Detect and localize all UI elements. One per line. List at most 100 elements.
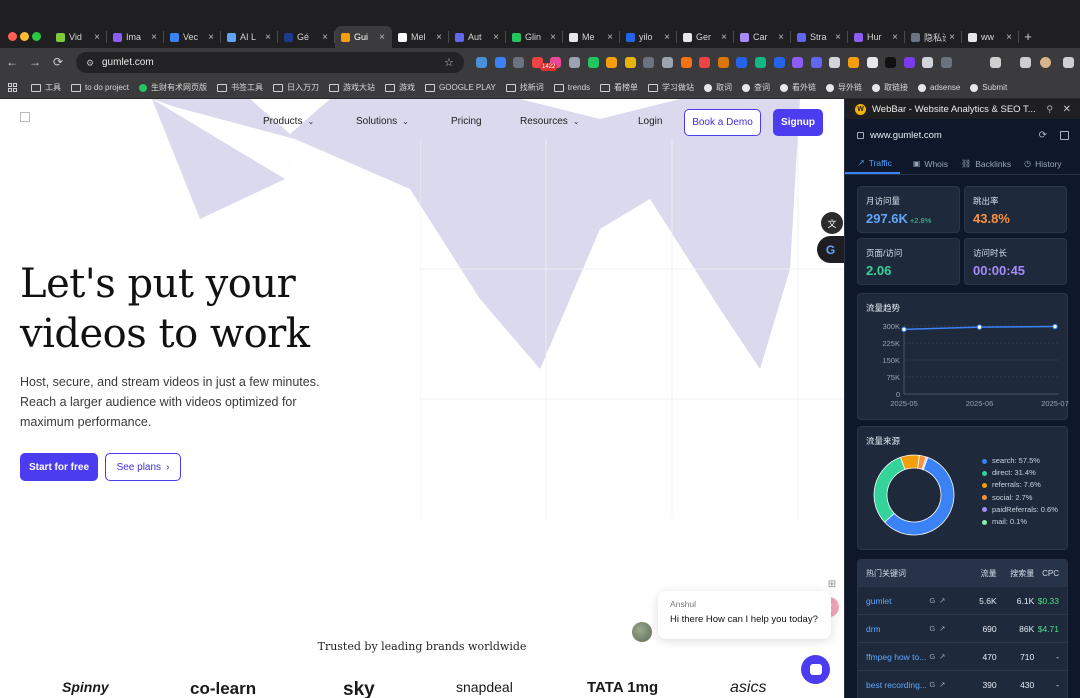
bookmark-item[interactable]: 取链接: [872, 82, 908, 93]
book-demo-button[interactable]: Book a Demo: [684, 109, 761, 136]
extension-icon[interactable]: [941, 57, 952, 68]
tab-close-icon[interactable]: ×: [718, 32, 730, 43]
table-row[interactable]: ffmpeg how to... G ↗ 470 710 -: [858, 642, 1067, 670]
bookmark-item[interactable]: 查词: [742, 82, 770, 93]
google-icon[interactable]: G: [929, 624, 935, 633]
tab-close-icon[interactable]: ×: [148, 32, 160, 43]
extension-icon[interactable]: [569, 57, 580, 68]
pie-slice-direct[interactable]: [873, 456, 906, 523]
bookmark-item[interactable]: 学习做站: [648, 82, 694, 93]
browser-tab[interactable]: Gui ×: [335, 26, 392, 48]
tab-close-icon[interactable]: ×: [433, 32, 445, 43]
browser-tab[interactable]: Vec ×: [164, 26, 221, 48]
extension-icon[interactable]: [792, 57, 804, 68]
keyword-link[interactable]: gumlet: [858, 596, 929, 606]
bookmark-item[interactable]: trends: [553, 83, 590, 92]
browser-tab[interactable]: AI L ×: [221, 26, 278, 48]
browser-tab[interactable]: Gé ×: [278, 26, 335, 48]
trend-icon[interactable]: ↗: [939, 680, 945, 689]
bookmark-item[interactable]: Submit: [970, 83, 1007, 92]
extension-icon[interactable]: [922, 57, 934, 68]
tab-close-icon[interactable]: ×: [490, 32, 502, 43]
bookmark-item[interactable]: 导外链: [826, 82, 862, 93]
extension-icon[interactable]: [773, 57, 785, 68]
extension-icon[interactable]: [810, 57, 822, 68]
tab-close-icon[interactable]: ×: [205, 32, 217, 43]
browser-tab[interactable]: Me ×: [563, 26, 620, 48]
tab-traffic[interactable]: ↗ Traffic: [845, 153, 900, 174]
bookmark-item[interactable]: 日入万刀: [273, 82, 319, 93]
tab-close-icon[interactable]: ×: [889, 32, 901, 43]
extension-icon[interactable]: [885, 57, 897, 68]
bookmark-item[interactable]: 生财有术网页版: [139, 82, 207, 93]
tab-close-icon[interactable]: ×: [946, 32, 958, 43]
tab-close-icon[interactable]: ×: [91, 32, 103, 43]
extension-icon[interactable]: [513, 57, 525, 68]
data-point[interactable]: [1052, 323, 1058, 330]
browser-tab[interactable]: Aut ×: [449, 26, 506, 48]
tab-backlinks[interactable]: ⛓ Backlinks: [948, 153, 1011, 174]
extension-icon[interactable]: [494, 57, 506, 68]
back-icon[interactable]: ←: [4, 54, 20, 70]
google-icon[interactable]: G: [929, 652, 935, 661]
extension-icon[interactable]: [755, 57, 766, 68]
nav-pricing[interactable]: Pricing: [451, 116, 482, 127]
zoom-window-button[interactable]: [32, 32, 41, 41]
keyword-link[interactable]: ffmpeg how to...: [858, 652, 929, 662]
trend-icon[interactable]: ↗: [939, 624, 945, 633]
extension-icon[interactable]: [476, 57, 487, 68]
browser-tab[interactable]: Ima ×: [107, 26, 164, 48]
browser-tab[interactable]: yilo ×: [620, 26, 677, 48]
data-point[interactable]: [976, 324, 983, 330]
browser-tab[interactable]: Hur ×: [848, 26, 905, 48]
browser-tab[interactable]: Glin ×: [506, 26, 563, 48]
chat-launcher-button[interactable]: [801, 655, 830, 684]
bookmark-item[interactable]: GOOGLE PLAY: [425, 83, 496, 92]
extension-icon[interactable]: [662, 57, 673, 68]
browser-tab[interactable]: Vid ×: [50, 26, 107, 48]
extension-icon[interactable]: [829, 57, 841, 68]
keyword-link[interactable]: best recording...: [858, 680, 929, 690]
trend-icon[interactable]: ↗: [939, 652, 945, 661]
apps-grid-icon[interactable]: [8, 83, 17, 92]
extension-icon[interactable]: [643, 57, 655, 68]
extension-icon[interactable]: [680, 57, 692, 68]
table-row[interactable]: drm G ↗ 690 86K $4.71: [858, 614, 1067, 642]
extension-icon[interactable]: [848, 57, 859, 68]
bookmark-item[interactable]: 看外链: [780, 82, 816, 93]
bookmark-item[interactable]: adsense: [918, 83, 960, 92]
tab-close-icon[interactable]: ×: [376, 32, 388, 43]
browser-tab[interactable]: Mel ×: [392, 26, 449, 48]
chat-greeting-card[interactable]: Anshul Hi there How can I help you today…: [658, 591, 831, 639]
bookmark-item[interactable]: 书签工具: [217, 82, 263, 93]
data-point[interactable]: [901, 326, 907, 333]
address-bar[interactable]: ⚙ gumlet.com: [76, 52, 464, 73]
extension-icon[interactable]: [717, 57, 729, 68]
bookmark-item[interactable]: to do project: [71, 83, 129, 92]
bookmark-item[interactable]: 游戏大站: [329, 82, 375, 93]
table-row[interactable]: gumlet G ↗ 5.6K 6.1K $0.33: [858, 586, 1067, 614]
keyword-link[interactable]: drm: [858, 624, 929, 634]
translate-icon[interactable]: 文: [821, 212, 843, 234]
refresh-icon[interactable]: ⟳: [1039, 130, 1047, 141]
tab-close-icon[interactable]: ×: [832, 32, 844, 43]
tab-close-icon[interactable]: ×: [604, 32, 616, 43]
tab-close-icon[interactable]: ×: [1003, 32, 1015, 43]
extension-icon[interactable]: [606, 57, 618, 68]
new-tab-icon[interactable]: +: [1019, 26, 1037, 48]
menu-icon[interactable]: [1063, 57, 1074, 68]
browser-tab[interactable]: Car ×: [734, 26, 791, 48]
profile-avatar-icon[interactable]: [1040, 57, 1051, 68]
start-free-button[interactable]: Start for free: [20, 453, 98, 481]
extension-icon[interactable]: [736, 57, 748, 68]
bookmark-item[interactable]: 看榜单: [600, 82, 638, 93]
bookmark-item[interactable]: 工具: [31, 82, 61, 93]
window-icon[interactable]: [1060, 130, 1069, 140]
tab-close-icon[interactable]: ×: [319, 32, 331, 43]
bookmark-item[interactable]: 游戏: [385, 82, 415, 93]
signup-button[interactable]: Signup: [773, 109, 823, 136]
assistant-widget-icon[interactable]: G: [817, 236, 844, 263]
minimize-window-button[interactable]: [20, 32, 29, 41]
table-row[interactable]: best recording... G ↗ 390 430 -: [858, 670, 1067, 698]
browser-tab[interactable]: Ger ×: [677, 26, 734, 48]
